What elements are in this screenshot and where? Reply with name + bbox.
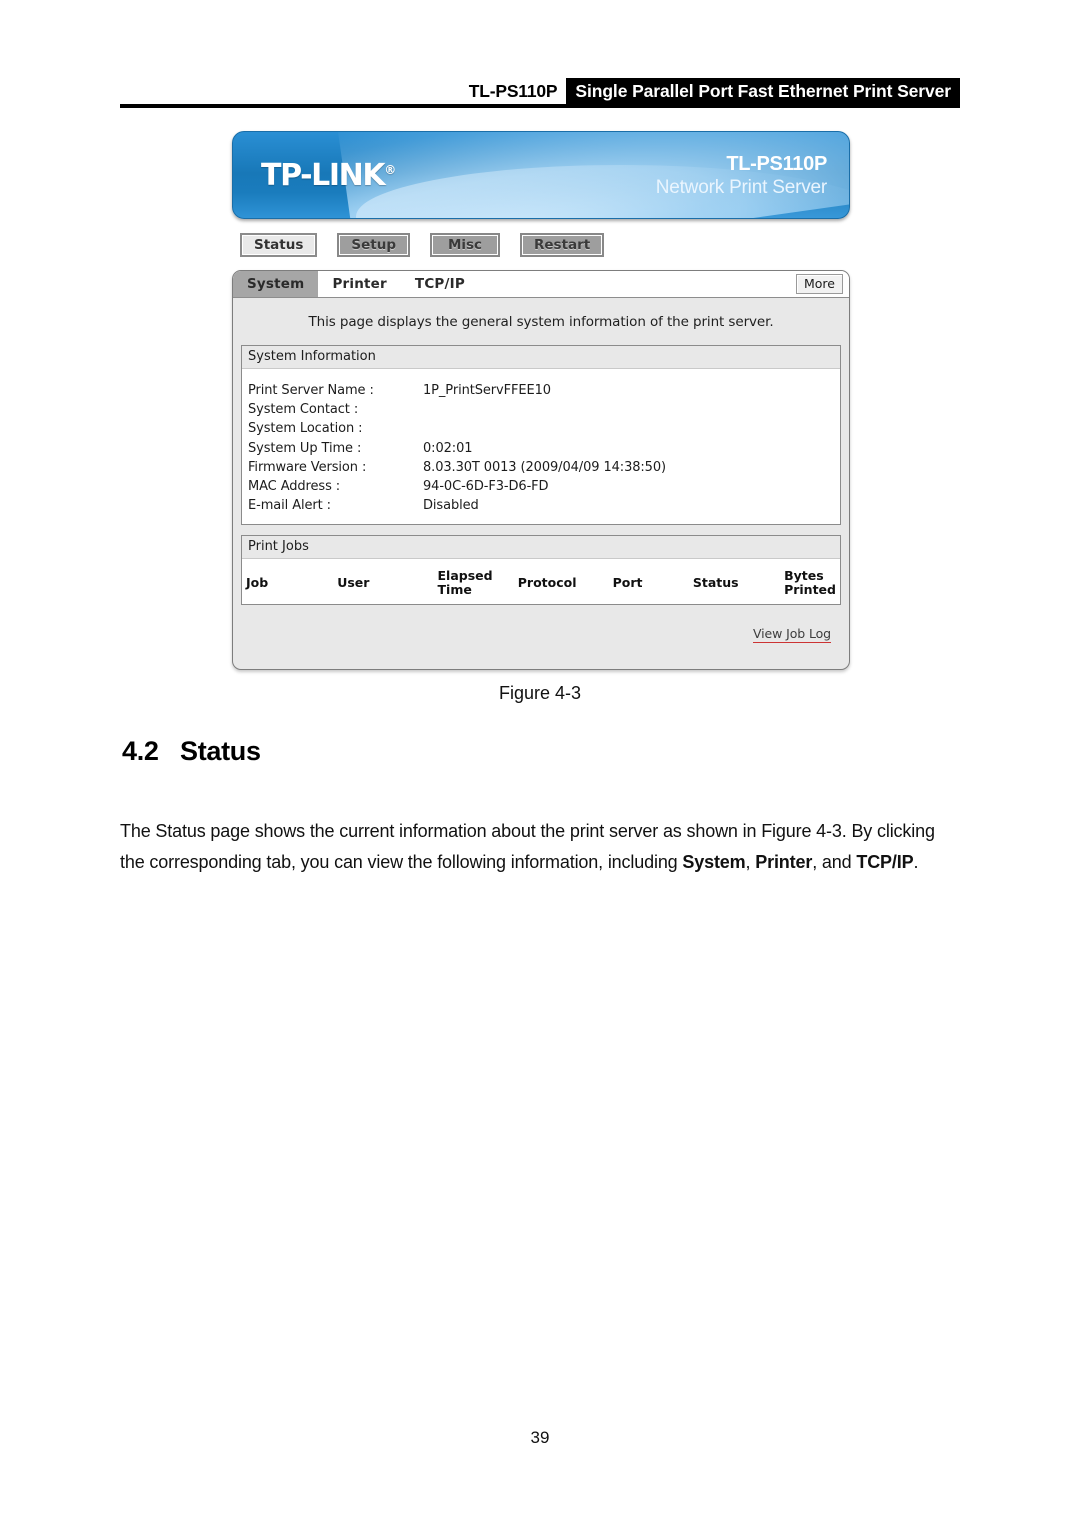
page-description: This page displays the general system in… [308, 314, 774, 330]
nav-button-status[interactable]: Status [240, 233, 318, 257]
value-system-up-time: 0:02:01 [423, 440, 473, 456]
banner-model-name: TL-PS110P [726, 153, 827, 175]
tab-tcp-ip[interactable]: TCP/IP [400, 271, 479, 297]
column-header-elapsed-time-line1: Elapsed [437, 567, 493, 583]
banner-model-block: TL-PS110P Network Print Server [655, 152, 828, 200]
tab-bar: System Printer TCP/IP More [233, 271, 849, 298]
label-system-contact: System Contact : [248, 402, 359, 418]
info-row-print-server-name: Print Server Name : 1P_PrintServFFEE10 [248, 381, 834, 400]
paragraph-bold-system: System [682, 851, 746, 872]
header-rule [120, 104, 960, 108]
view-job-log-row: View Job Log [233, 615, 849, 644]
column-header-port: Port [612, 575, 643, 591]
print-jobs-section: Print Jobs Job User Elapsed Time Protoco… [241, 534, 841, 606]
more-button[interactable]: More [796, 274, 843, 294]
label-firmware-version: Firmware Version : [248, 459, 367, 475]
system-information-body: Print Server Name : 1P_PrintServFFEE10 S… [242, 369, 840, 524]
nav-button-setup[interactable]: Setup [337, 233, 410, 257]
tp-link-logo: TP-LINK® [261, 158, 396, 193]
section-number: 4.2 [122, 736, 159, 766]
print-jobs-table-header: Job User Elapsed Time Protocol Port Stat… [242, 559, 840, 605]
system-information-section: System Information Print Server Name : 1… [241, 345, 841, 525]
paragraph-bold-printer: Printer [755, 851, 813, 872]
tab-system[interactable]: System [233, 271, 319, 297]
primary-nav-bar: Status Setup Misc Restart [232, 233, 850, 257]
value-system-contact [423, 400, 834, 419]
column-header-bytes-printed: Bytes Printed [784, 567, 836, 599]
column-header-user: User [337, 575, 370, 591]
section-title: Status [180, 736, 261, 766]
column-header-elapsed-time: Elapsed Time [437, 567, 518, 599]
value-system-location [423, 419, 834, 438]
registered-trademark-icon: ® [384, 163, 397, 177]
label-email-alert: E-mail Alert : [248, 498, 331, 514]
paragraph-text-end: . [913, 851, 919, 872]
banner-subtitle: Network Print Server [655, 177, 827, 199]
tp-link-logo-text: TP-LINK [261, 158, 386, 193]
value-mac-address: 94-0C-6D-F3-D6-FD [423, 479, 549, 495]
column-header-status: Status [692, 575, 739, 591]
status-panel: System Printer TCP/IP More This page dis… [232, 270, 850, 671]
info-row-system-location: System Location : [248, 419, 834, 438]
column-header-job: Job [246, 575, 269, 591]
info-row-firmware-version: Firmware Version : 8.03.30T 0013 (2009/0… [248, 458, 834, 477]
info-row-system-up-time: System Up Time : 0:02:01 [248, 439, 834, 458]
value-email-alert: Disabled [423, 498, 479, 514]
label-print-server-name: Print Server Name : [248, 383, 374, 398]
nav-button-restart[interactable]: Restart [520, 233, 605, 257]
print-jobs-title: Print Jobs [242, 535, 840, 559]
column-header-elapsed-time-line2: Time [437, 582, 472, 598]
section-heading: 4.2 Status [122, 736, 261, 767]
figure-caption: Figure 4-3 [498, 683, 582, 703]
column-header-bytes-printed-line1: Bytes [784, 567, 824, 583]
label-system-up-time: System Up Time : [248, 440, 362, 456]
column-header-bytes-printed-line2: Printed [784, 582, 836, 598]
header-title-label: Single Parallel Port Fast Ethernet Print… [566, 78, 960, 105]
value-firmware-version: 8.03.30T 0013 (2009/04/09 14:38:50) [423, 459, 666, 475]
info-row-mac-address: MAC Address : 94-0C-6D-F3-D6-FD [248, 477, 834, 496]
figure-print-server-ui: TP-LINK® TL-PS110P Network Print Server … [232, 131, 850, 671]
body-paragraph: The Status page shows the current inform… [120, 816, 963, 877]
header-model-label: TL-PS110P [468, 78, 567, 105]
paragraph-bold-tcp-ip: TCP/IP [856, 851, 914, 872]
label-system-location: System Location : [248, 421, 363, 437]
label-mac-address: MAC Address : [248, 479, 341, 495]
page-number: 39 [530, 1428, 550, 1447]
tab-printer[interactable]: Printer [318, 271, 401, 297]
value-print-server-name: 1P_PrintServFFEE10 [423, 383, 551, 398]
info-row-system-contact: System Contact : [248, 400, 834, 419]
column-header-protocol: Protocol [517, 575, 577, 591]
info-row-email-alert: E-mail Alert : Disabled [248, 496, 834, 515]
system-information-title: System Information [242, 346, 840, 369]
nav-button-misc[interactable]: Misc [430, 233, 500, 257]
paragraph-separator-2: , and [812, 851, 857, 872]
paragraph-separator-1: , [745, 851, 756, 872]
print-server-banner: TP-LINK® TL-PS110P Network Print Server [232, 131, 850, 219]
view-job-log-link[interactable]: View Job Log [752, 626, 831, 644]
